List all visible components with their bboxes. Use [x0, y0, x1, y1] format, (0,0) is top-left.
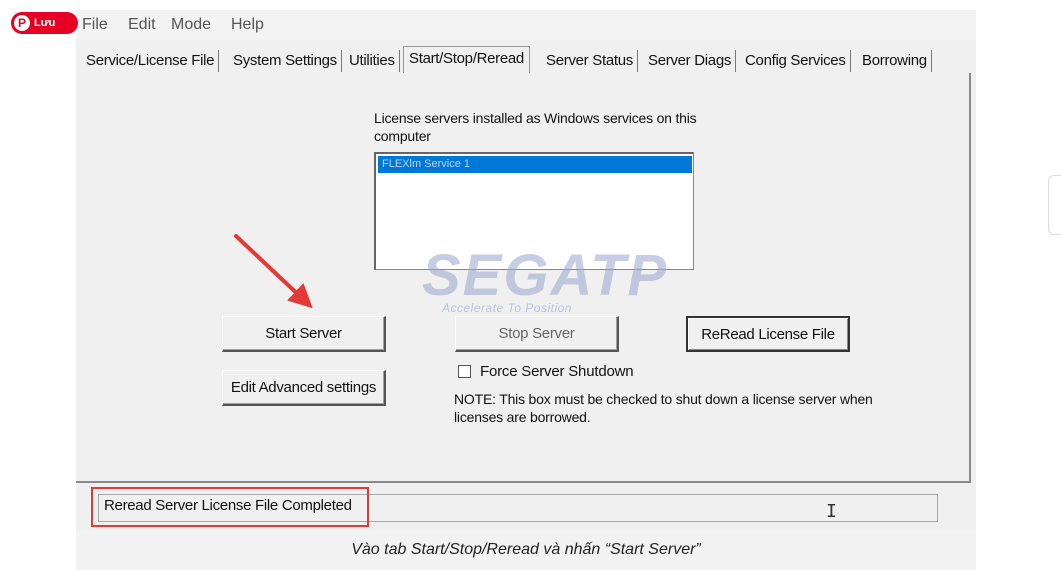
pinterest-icon: P [14, 15, 30, 31]
image-caption: Vào tab Start/Stop/Reread và nhấn “Start… [76, 530, 976, 570]
screenshot-frame: File Edit Mode Help Service/License File… [76, 10, 976, 530]
pinterest-save-button[interactable]: P Lưu [11, 12, 78, 34]
pinterest-save-label: Lưu [34, 17, 56, 29]
arrow-line [234, 234, 313, 309]
side-scroll-tab[interactable] [1048, 175, 1061, 235]
red-arrow-annotation [234, 234, 313, 309]
